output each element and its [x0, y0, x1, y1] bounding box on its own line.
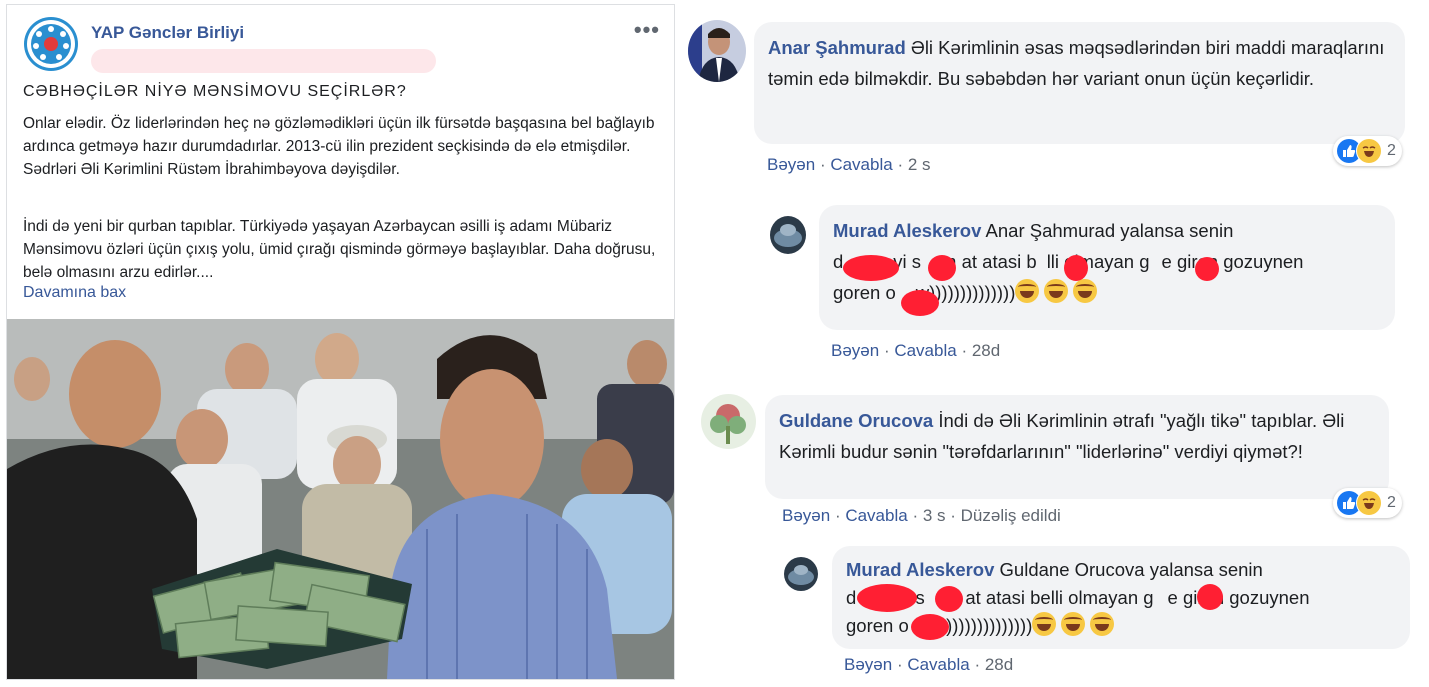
comment-timestamp[interactable]: 28d	[985, 655, 1013, 674]
post-meta-redaction	[91, 49, 436, 73]
reaction-count: 2	[1387, 142, 1396, 159]
redaction-mark	[1197, 584, 1223, 610]
user-photo-image	[770, 216, 806, 254]
facebook-post: YAP Gənclər Birliyi ••• CƏBHƏÇİLƏR NİYƏ …	[6, 4, 675, 680]
logo-emblem-icon	[27, 20, 75, 68]
reply-link[interactable]: Cavabla	[894, 341, 956, 360]
reaction-summary[interactable]: 2	[1333, 488, 1402, 518]
comment-text-line1: yalansa senin	[1149, 559, 1263, 580]
comment-author[interactable]: Guldane Orucova	[779, 410, 933, 431]
avatar[interactable]	[701, 394, 756, 449]
avatar[interactable]	[784, 557, 818, 591]
redaction-mark	[911, 614, 949, 640]
laughing-emoji-icon	[1073, 279, 1098, 303]
redaction-mark	[857, 584, 917, 612]
comment-timestamp[interactable]: 28d	[972, 341, 1000, 360]
post-paragraph-1: Onlar elədir. Öz liderlərindən heç nə gö…	[23, 115, 655, 178]
laughing-emoji-icon	[1061, 612, 1086, 636]
like-link[interactable]: Bəyən	[844, 655, 892, 674]
reply-link[interactable]: Cavabla	[830, 155, 892, 174]
comment-timestamp[interactable]: 2 s	[908, 155, 931, 174]
comment-bubble: Anar Şahmurad Əli Kərimlinin əsas məqsəd…	[754, 22, 1405, 144]
user-photo-image	[688, 20, 746, 82]
reaction-summary[interactable]: 2	[1333, 136, 1402, 166]
user-photo-image	[784, 557, 818, 591]
edited-label[interactable]: Düzəliş edildi	[961, 506, 1061, 525]
post-headline: CƏBHƏÇİLƏR NİYƏ MƏNSİMOVU SEÇİRLƏR?	[23, 83, 407, 100]
comment-actions: Bəyən · Cavabla · 28d	[831, 341, 1001, 360]
comment-mention[interactable]: Anar Şahmurad	[986, 220, 1116, 241]
comment-actions: Bəyən · Cavabla · 28d	[844, 655, 1014, 674]
page-logo[interactable]	[24, 17, 78, 71]
haha-reaction-icon	[1356, 490, 1382, 516]
redaction-mark	[928, 255, 956, 281]
redaction-mark	[1064, 255, 1088, 281]
reaction-count: 2	[1387, 494, 1396, 511]
comment-bubble: Guldane Orucova İndi də Əli Kərimlinin ə…	[765, 395, 1389, 499]
laughing-emoji-icon	[1090, 612, 1115, 636]
post-paragraph-2: İndi də yeni bir qurban tapıblar. Türkiy…	[23, 218, 656, 281]
like-link[interactable]: Bəyən	[767, 155, 815, 174]
comment-author[interactable]: Murad Aleskerov	[846, 559, 994, 580]
avatar[interactable]	[770, 216, 806, 254]
laughing-emoji-icon	[1044, 279, 1069, 303]
more-horizontal-icon[interactable]: •••	[634, 17, 660, 43]
comment-actions: Bəyən · Cavabla · 2 s	[767, 155, 931, 174]
comment-mention[interactable]: Guldane Orucova	[1000, 559, 1145, 580]
redaction-mark	[843, 255, 899, 281]
redaction-mark	[901, 290, 939, 316]
page-name[interactable]: YAP Gənclər Birliyi	[91, 23, 244, 43]
redaction-mark	[1195, 257, 1219, 281]
user-photo-image	[701, 394, 756, 449]
comment-author[interactable]: Murad Aleskerov	[833, 220, 981, 241]
comment-author[interactable]: Anar Şahmurad	[768, 37, 906, 58]
reply-link[interactable]: Cavabla	[907, 655, 969, 674]
redaction-mark	[935, 586, 963, 612]
comment-timestamp[interactable]: 3 s	[923, 506, 946, 525]
comment-actions: Bəyən · Cavabla · 3 s · Düzəliş edildi	[782, 506, 1061, 525]
photo-collage-image	[7, 319, 674, 679]
haha-reaction-icon	[1356, 138, 1382, 164]
like-link[interactable]: Bəyən	[782, 506, 830, 525]
comment-text-line1: yalansa senin	[1120, 220, 1234, 241]
reply-link[interactable]: Cavabla	[845, 506, 907, 525]
laughing-emoji-icon	[1015, 279, 1040, 303]
post-photo[interactable]	[7, 319, 674, 679]
see-more-link[interactable]: Davamına bax	[23, 284, 126, 302]
avatar[interactable]	[688, 20, 746, 82]
comments-section: Anar Şahmurad Əli Kərimlinin əsas məqsəd…	[683, 0, 1423, 687]
laughing-emoji-icon	[1032, 612, 1057, 636]
like-link[interactable]: Bəyən	[831, 341, 879, 360]
